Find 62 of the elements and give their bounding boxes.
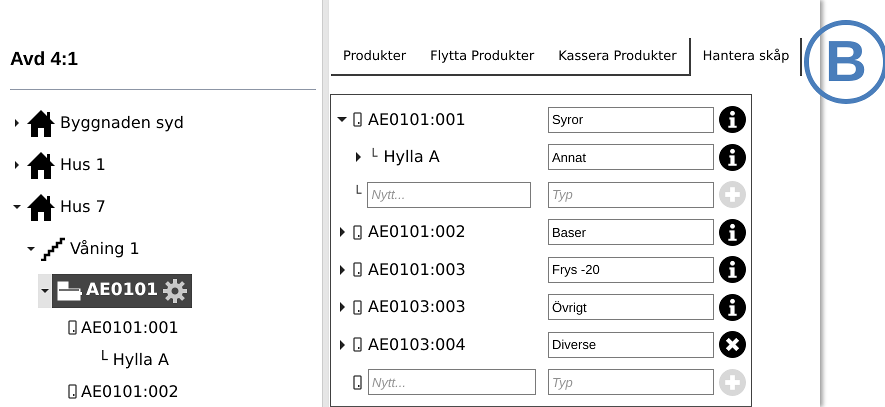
collapse-arrow-icon[interactable] — [337, 117, 347, 122]
name-field[interactable]: Nytt... — [368, 369, 536, 396]
remove-icon[interactable] — [719, 331, 746, 358]
compartment-label: AE0101:003 — [368, 258, 466, 281]
annotation-badge: B — [804, 20, 885, 104]
tree-item[interactable]: AE0101:002 — [66, 374, 181, 407]
type-field[interactable]: Frys -20 — [548, 256, 714, 283]
type-field[interactable]: Typ — [548, 182, 714, 208]
info-icon[interactable] — [719, 256, 746, 284]
compartment-label: AE0103:004 — [368, 334, 466, 356]
phone-icon — [68, 320, 77, 335]
tree-item[interactable]: AE0101 — [52, 274, 192, 308]
type-field[interactable]: Annat — [548, 144, 714, 170]
shelf-label: Hylla A — [383, 146, 440, 168]
collapse-arrow-icon[interactable] — [41, 288, 49, 292]
tree-item[interactable]: AE0101:001 — [66, 310, 181, 344]
tab[interactable]: Hantera skåp — [688, 38, 802, 76]
name-field[interactable]: Nytt... — [367, 182, 532, 208]
phone-icon — [353, 374, 362, 390]
phone-icon — [353, 300, 362, 315]
tree-item[interactable]: Byggnaden syd — [24, 106, 186, 140]
collapse-arrow-icon[interactable] — [13, 204, 21, 208]
info-icon[interactable] — [719, 218, 746, 246]
house-icon — [26, 108, 56, 136]
phone-icon — [353, 337, 362, 352]
expand-arrow-icon[interactable] — [15, 118, 19, 126]
type-field[interactable]: Baser — [548, 219, 714, 246]
branch-glyph: └ — [369, 146, 378, 167]
expand-arrow-icon[interactable] — [340, 302, 344, 312]
info-icon[interactable] — [719, 144, 746, 171]
info-icon[interactable] — [719, 106, 746, 134]
type-field[interactable]: Diverse — [548, 332, 714, 358]
type-field[interactable]: Övrigt — [548, 294, 714, 320]
branch-glyph: └ — [353, 184, 362, 204]
tree-item[interactable]: Hus 7 — [24, 190, 108, 224]
phone-icon — [68, 384, 77, 399]
expand-arrow-icon[interactable] — [340, 227, 344, 238]
collapse-arrow-icon[interactable] — [27, 246, 35, 250]
expand-arrow-icon[interactable] — [356, 152, 360, 162]
compartment-label: AE0101:001 — [368, 108, 466, 131]
settings-icon[interactable] — [162, 278, 188, 304]
tree-item[interactable]: Våning 1 — [38, 232, 142, 266]
tab[interactable]: Flytta Produkter — [418, 40, 546, 76]
expand-arrow-icon[interactable] — [340, 340, 344, 350]
compartment-label: AE0103:003 — [368, 296, 466, 318]
type-field[interactable]: Typ — [548, 369, 714, 396]
tree-item[interactable]: Hus 1 — [24, 148, 108, 182]
expand-arrow-icon[interactable] — [15, 160, 19, 168]
cabinet-icon — [56, 280, 82, 302]
panel-title: Avd 4:1 — [10, 49, 78, 70]
expand-arrow-icon[interactable] — [340, 264, 344, 275]
phone-icon — [353, 262, 362, 278]
phone-icon — [353, 112, 362, 128]
info-icon[interactable] — [719, 294, 746, 321]
stairs-icon — [40, 236, 66, 260]
house-icon — [26, 192, 56, 220]
tree-item[interactable]: └ Hylla A — [80, 342, 171, 376]
house-icon — [26, 150, 56, 178]
phone-icon — [353, 224, 362, 240]
compartment-label: AE0101:002 — [368, 221, 466, 244]
type-field[interactable]: Syror — [548, 106, 714, 133]
tab[interactable]: Produkter — [331, 40, 418, 76]
